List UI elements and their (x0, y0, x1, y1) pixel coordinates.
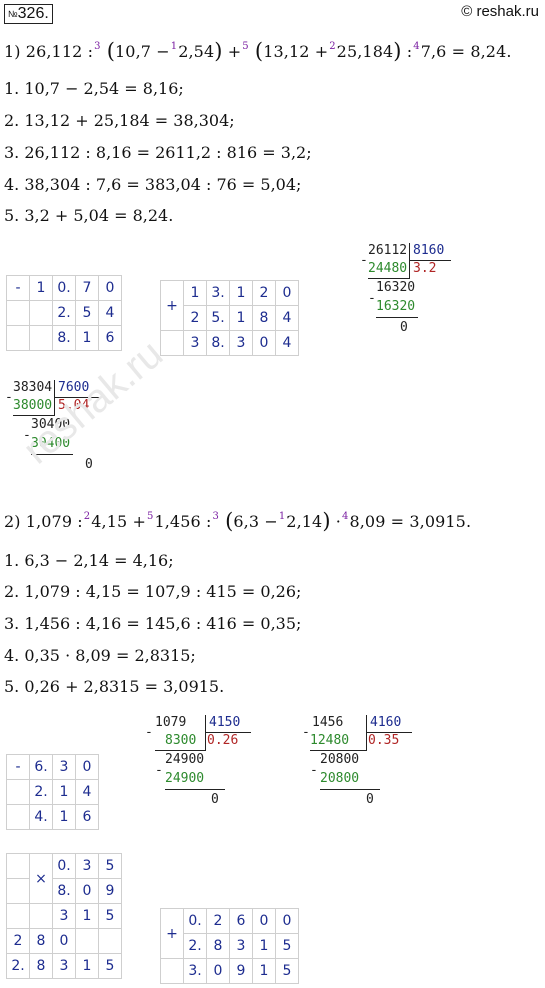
part2-step-2: 2. 1,079 : 4,15 = 107,9 : 415 = 0,26; (4, 582, 302, 601)
exercise-number-badge: №326. (4, 4, 53, 24)
part1-subtraction-grid: -1 0. 7 0 2. 5 4 8. 1 6 (6, 275, 122, 351)
part2-step-5: 5. 0,26 + 2,8315 = 3,0915. (4, 677, 225, 696)
part1-addition-grid: +1 3. 1 2 0 2 5. 1 8 4 3 8. 3 0 4 (160, 280, 299, 356)
part1-step-3: 3. 26,112 : 8,16 = 2611,2 : 816 = 3,2; (4, 143, 312, 162)
part1-step-5: 5. 3,2 + 5,04 = 8,24. (4, 206, 174, 225)
part2-step-4: 4. 0,35 · 8,09 = 2,8315; (4, 646, 196, 665)
part2-long-division-2: 1456 4160 - 12480 0.35 20800 - 20800 0 (300, 715, 415, 830)
part1-step-1: 1. 10,7 − 2,54 = 8,16; (4, 79, 184, 98)
part2-step-1: 1. 6,3 − 2,14 = 4,16; (4, 551, 174, 570)
part1-step-4: 4. 38,304 : 7,6 = 383,04 : 76 = 5,04; (4, 175, 302, 194)
part2-step-3: 3. 1,456 : 4,16 = 145,6 : 416 = 0,35; (4, 614, 302, 633)
site-credit: © reshak.ru (461, 3, 539, 20)
part1-long-division-2: 38304 7600 - 38000 5.04 30400 - 30400 0 (5, 380, 135, 490)
part2-subtraction-grid: -6. 3 0 2. 1 4 4. 1 6 (6, 754, 99, 830)
part1-equation: 1) 26,112 :3 (10,7 −12,54) +5 (13,12 +22… (4, 39, 512, 63)
part2-long-division-1: 1079 4150 - 8300 0.26 24900 - 24900 0 (145, 715, 260, 830)
part2-multiplication-grid: × 0. 3 5 8. 0 9 315 280 2. 8 3 1 5 (6, 853, 122, 979)
part2-equation: 2) 1,079 :24,15 +51,456 :3 (6,3 −12,14) … (4, 509, 472, 533)
part2-addition-grid: +0. 2 6 0 0 2. 8 3 1 5 3. 0 9 1 5 (160, 908, 299, 984)
part1-long-division-1: 26112 8160 - 24480 3.2 16320 - 16320 0 (360, 243, 451, 358)
part1-step-2: 2. 13,12 + 25,184 = 38,304; (4, 111, 235, 130)
